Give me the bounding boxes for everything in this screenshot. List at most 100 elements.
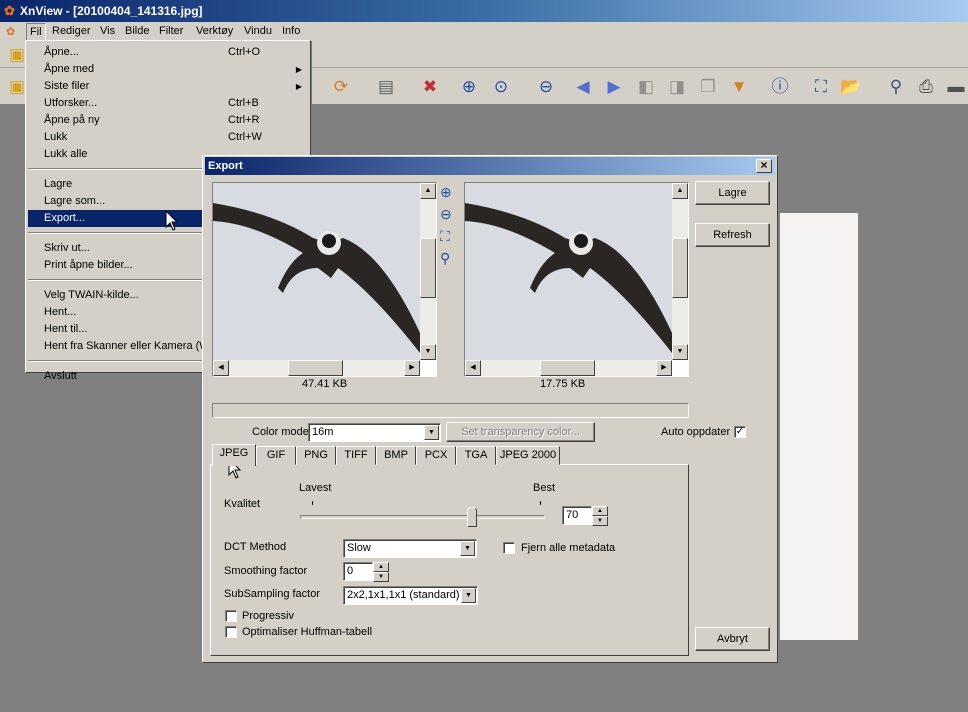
zoom-out-icon[interactable]: ⊖ [535, 76, 557, 98]
menu-item-shortcut: Ctrl+R [228, 114, 260, 126]
vertical-scrollbar[interactable]: ▲ ▼ [672, 183, 688, 360]
auto-update-checkbox[interactable]: ✓ [734, 426, 746, 438]
dct-select[interactable]: Slow ▼ [343, 539, 477, 558]
vertical-scrollbar[interactable]: ▲ ▼ [420, 183, 436, 360]
huffman-checkbox[interactable] [225, 626, 237, 638]
zoom-in-icon[interactable]: ⊕ [440, 184, 452, 201]
scroll-thumb[interactable] [540, 360, 595, 376]
tab-pcx[interactable]: PCX [416, 446, 456, 465]
zoom-1to1-icon[interactable]: ⊙ [490, 76, 512, 98]
info-icon[interactable]: ⓘ [769, 76, 791, 98]
smoothing-input[interactable]: 0 [343, 562, 373, 581]
tab-bmp[interactable]: BMP [376, 446, 416, 465]
scroll-right-icon[interactable]: ▶ [656, 360, 672, 376]
rotate-icon[interactable]: ⟳ [330, 76, 352, 98]
submenu-arrow-icon: ▶ [295, 65, 302, 74]
scroll-thumb[interactable] [420, 238, 436, 298]
menu-bilde[interactable]: Bilde [125, 25, 149, 37]
close-button[interactable]: × [756, 159, 772, 173]
quality-spinner[interactable]: ▲ ▼ [592, 506, 608, 526]
tab-jpeg[interactable]: JPEG [212, 444, 256, 466]
spin-down-icon[interactable]: ▼ [373, 572, 389, 582]
scroll-down-icon[interactable]: ▼ [672, 344, 688, 360]
cancel-button[interactable]: Avbryt [695, 627, 770, 651]
spin-down-icon[interactable]: ▼ [592, 516, 608, 526]
scroll-down-icon[interactable]: ▼ [420, 344, 436, 360]
set-transparency-button[interactable]: Set transparency color... [446, 422, 595, 442]
mouse-cursor-icon [165, 210, 179, 231]
print-icon[interactable]: ⎙ [915, 76, 937, 98]
scroll-left-icon[interactable]: ◀ [213, 360, 229, 376]
progressive-label: Progressiv [242, 610, 294, 622]
scroll-right-icon[interactable]: ▶ [404, 360, 420, 376]
smoothing-label: Smoothing factor [224, 565, 308, 577]
zoom-in-icon[interactable]: ⊕ [458, 76, 480, 98]
quality-slider-thumb[interactable] [467, 507, 477, 527]
horizontal-scrollbar[interactable]: ◀ ▶ [213, 360, 420, 376]
menu-item-label: Print åpne bilder... [44, 259, 133, 271]
window-title: XnView - [20100404_141316.jpg] [20, 4, 203, 18]
menu-fil[interactable]: Fil [26, 23, 46, 41]
bird-image-preview [465, 183, 672, 360]
save-button[interactable]: Lagre [695, 181, 770, 205]
app-menu-icon[interactable]: ✿ [6, 25, 15, 38]
next-icon[interactable]: ▶ [603, 76, 625, 98]
scroll-up-icon[interactable]: ▲ [420, 183, 436, 199]
adjust-icon[interactable]: ▤ [375, 76, 397, 98]
menu-item[interactable]: Åpne... Ctrl+O [28, 44, 308, 61]
menu-vis[interactable]: Vis [100, 25, 115, 37]
spin-up-icon[interactable]: ▲ [373, 562, 389, 572]
open-folder-icon[interactable]: 📂 [840, 76, 862, 98]
progressive-checkbox[interactable] [225, 610, 237, 622]
spin-up-icon[interactable]: ▲ [592, 506, 608, 516]
color-mode-select[interactable]: 16m ▼ [308, 423, 441, 442]
menu-item[interactable]: Åpne med ▶ [28, 61, 308, 78]
next-page-icon[interactable]: ◨ [666, 76, 688, 98]
remove-metadata-checkbox[interactable] [503, 542, 515, 554]
zoom-icon[interactable]: ⚲ [440, 250, 450, 267]
scroll-thumb[interactable] [672, 238, 688, 298]
first-page-icon[interactable]: ◧ [635, 76, 657, 98]
binoculars-icon[interactable]: ⚲ [885, 76, 907, 98]
delete-icon[interactable]: ✖ [419, 76, 441, 98]
menu-item[interactable]: Åpne på ny Ctrl+R [28, 112, 308, 129]
tab-gif[interactable]: GIF [256, 446, 296, 465]
color-mode-value: 16m [312, 426, 334, 438]
menu-item[interactable]: Utforsker... Ctrl+B [28, 95, 308, 112]
original-preview[interactable]: ▲ ▼ ◀ ▶ [212, 182, 437, 377]
original-size-label: 47.41 KB [302, 378, 348, 390]
slider-tick [312, 501, 313, 505]
app-logo-icon: ✿ [4, 3, 15, 18]
submenu-arrow-icon: ▶ [295, 82, 302, 91]
menu-vindu[interactable]: Vindu [244, 25, 272, 37]
menu-info[interactable]: Info [282, 25, 300, 37]
menu-rediger[interactable]: Rediger [52, 25, 91, 37]
tab-jpeg2000[interactable]: JPEG 2000 [496, 446, 560, 465]
menu-item[interactable]: Lukk Ctrl+W [28, 129, 308, 146]
tab-tiff[interactable]: TIFF [336, 446, 376, 465]
tab-png[interactable]: PNG [296, 446, 336, 465]
smoothing-spinner[interactable]: ▲ ▼ [373, 562, 389, 582]
scanner-icon[interactable]: ▬ [945, 76, 967, 98]
pages-icon[interactable]: ❐ [697, 76, 719, 98]
menu-item-label: Siste filer [44, 80, 90, 92]
quality-input[interactable]: 70 [562, 506, 592, 525]
progress-bar [212, 403, 689, 418]
menu-filter[interactable]: Filter [159, 25, 183, 37]
fullscreen-icon[interactable]: ⛶ [810, 76, 832, 98]
export-preview[interactable]: ▲ ▼ ◀ ▶ [464, 182, 689, 377]
quality-slider-track[interactable] [300, 515, 545, 519]
previous-icon[interactable]: ◀ [572, 76, 594, 98]
refresh-button[interactable]: Refresh [695, 223, 770, 247]
subsampling-select[interactable]: 2x2,1x1,1x1 (standard) ▼ [343, 586, 478, 605]
menu-verktoy[interactable]: Verktøy [196, 25, 233, 37]
zoom-out-icon[interactable]: ⊖ [440, 206, 452, 223]
scroll-left-icon[interactable]: ◀ [465, 360, 481, 376]
scroll-thumb[interactable] [288, 360, 343, 376]
scroll-up-icon[interactable]: ▲ [672, 183, 688, 199]
slideshow-icon[interactable]: ▼ [728, 76, 750, 98]
tab-tga[interactable]: TGA [456, 446, 496, 465]
fit-icon[interactable]: ⛶ [440, 228, 450, 245]
menu-item[interactable]: Siste filer ▶ [28, 78, 308, 95]
horizontal-scrollbar[interactable]: ◀ ▶ [465, 360, 672, 376]
